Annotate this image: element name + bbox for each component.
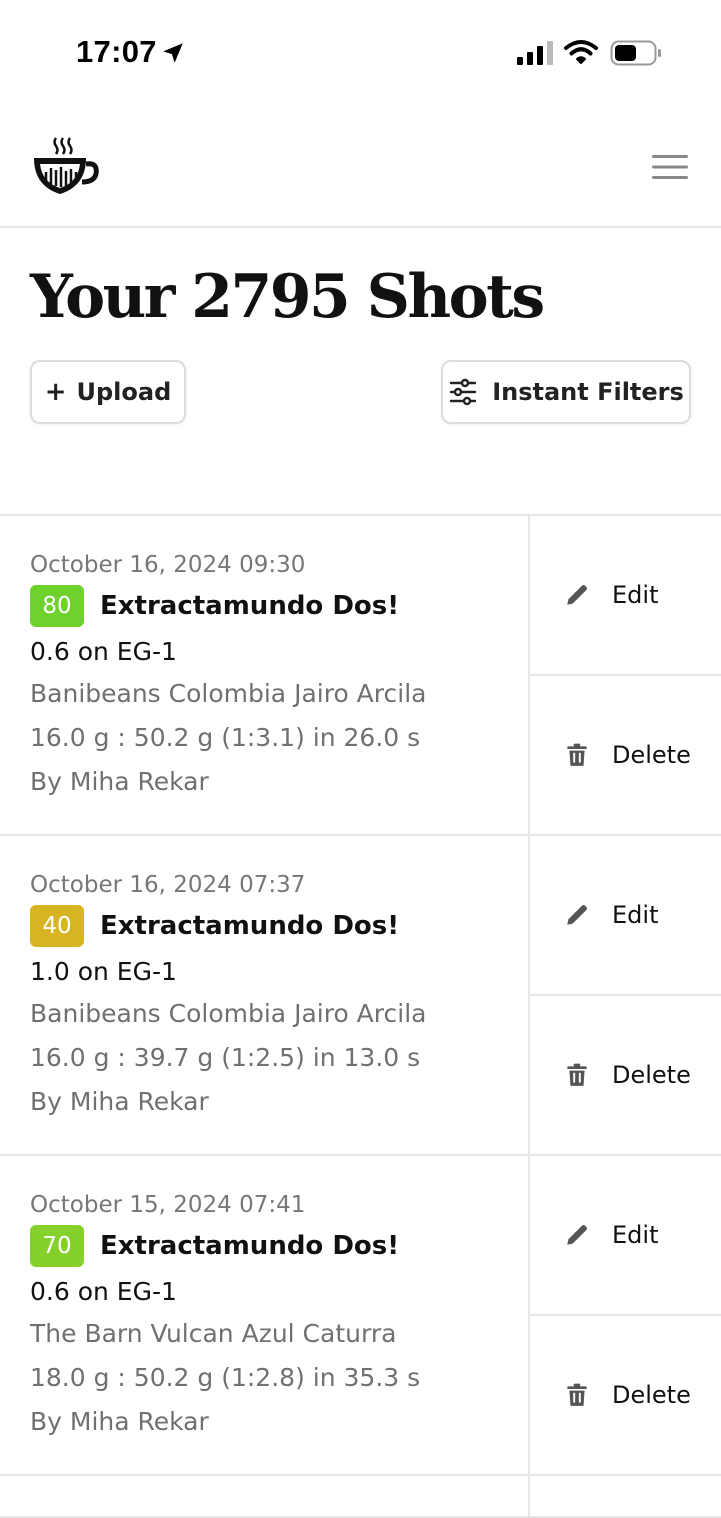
coffee-cup-logo-icon[interactable] (30, 136, 102, 198)
delete-label: Delete (612, 1381, 691, 1409)
shot-author: By Miha Rekar (30, 1407, 209, 1436)
edit-button[interactable]: Edit (530, 836, 721, 996)
delete-label: Delete (612, 741, 691, 769)
shot-ratio: 18.0 g : 50.2 g (1:2.8) in 35.3 s (30, 1363, 421, 1392)
hamburger-menu-icon[interactable] (652, 154, 688, 180)
shot-title-line: 40 Extractamundo Dos! (30, 904, 520, 948)
shot-row[interactable]: October 16, 2024 07:37 40 Extractamundo … (0, 834, 721, 1154)
instant-filters-label: Instant Filters (492, 378, 684, 406)
delete-button[interactable]: Delete (530, 1316, 721, 1474)
delete-label: Delete (612, 1061, 691, 1089)
shot-author: By Miha Rekar (30, 767, 209, 796)
shot-details[interactable]: October 16, 2024 07:37 40 Extractamundo … (30, 870, 520, 1124)
edit-button[interactable]: Edit (530, 516, 721, 676)
shot-author: By Miha Rekar (30, 1087, 209, 1116)
shot-title-line: 70 Extractamundo Dos! (30, 1224, 520, 1268)
shot-date: October 16, 2024 09:30 (30, 552, 306, 578)
edit-label: Edit (612, 1221, 659, 1249)
shot-ratio: 16.0 g : 39.7 g (1:2.5) in 13.0 s (30, 1043, 421, 1072)
pencil-icon (567, 904, 588, 925)
shot-name[interactable]: Extractamundo Dos! (100, 1231, 399, 1261)
shot-ratio: 16.0 g : 50.2 g (1:3.1) in 26.0 s (30, 723, 421, 752)
location-arrow-icon (163, 43, 183, 63)
plus-icon: + (44, 377, 67, 407)
shot-row[interactable]: October 15, 2024 07:41 70 Extractamundo … (0, 1154, 721, 1474)
status-bar: 17:07 (0, 0, 721, 100)
pencil-icon (567, 1224, 588, 1245)
shot-title-line: 80 Extractamundo Dos! (30, 584, 520, 628)
shot-grind: 0.6 on EG-1 (30, 1277, 177, 1306)
delete-button[interactable]: Delete (530, 996, 721, 1154)
battery-icon (610, 40, 661, 66)
shot-row-partial[interactable] (0, 1474, 721, 1518)
status-time: 17:07 (76, 34, 157, 69)
trash-icon (567, 1063, 587, 1086)
edit-label: Edit (612, 581, 659, 609)
shot-date: October 16, 2024 07:37 (30, 872, 306, 898)
score-badge: 80 (30, 585, 84, 627)
score-badge: 40 (30, 905, 84, 947)
shot-name[interactable]: Extractamundo Dos! (100, 911, 399, 941)
edit-label: Edit (612, 901, 659, 929)
shot-bean: The Barn Vulcan Azul Caturra (30, 1319, 397, 1348)
trash-icon (567, 743, 587, 766)
shot-grind: 1.0 on EG-1 (30, 957, 177, 986)
shot-bean: Banibeans Colombia Jairo Arcila (30, 999, 427, 1028)
trash-icon (567, 1383, 587, 1406)
score-badge: 70 (30, 1225, 84, 1267)
shot-name[interactable]: Extractamundo Dos! (100, 591, 399, 621)
cellular-signal-icon (517, 41, 553, 65)
shot-date: October 15, 2024 07:41 (30, 1192, 306, 1218)
app-header (0, 100, 721, 228)
pencil-icon (567, 584, 588, 605)
upload-button[interactable]: + Upload (30, 360, 186, 424)
upload-button-label: Upload (76, 378, 172, 406)
instant-filters-button[interactable]: Instant Filters (441, 360, 691, 424)
shot-details[interactable]: October 16, 2024 09:30 80 Extractamundo … (30, 550, 520, 804)
shot-grind: 0.6 on EG-1 (30, 637, 177, 666)
edit-button[interactable]: Edit (530, 1156, 721, 1316)
shot-details[interactable]: October 15, 2024 07:41 70 Extractamundo … (30, 1190, 520, 1444)
column-divider (528, 1476, 530, 1516)
shot-row[interactable]: October 16, 2024 09:30 80 Extractamundo … (0, 514, 721, 834)
shot-list: October 16, 2024 09:30 80 Extractamundo … (0, 514, 721, 1518)
sliders-filter-icon (449, 378, 477, 406)
wifi-icon (564, 40, 598, 64)
delete-button[interactable]: Delete (530, 676, 721, 834)
page-title: Your 2795 Shots (30, 262, 545, 332)
shot-bean: Banibeans Colombia Jairo Arcila (30, 679, 427, 708)
